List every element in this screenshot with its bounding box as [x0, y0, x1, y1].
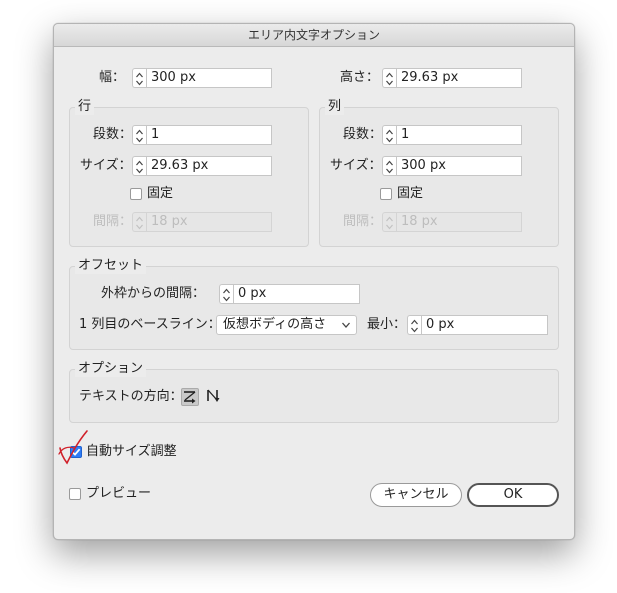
inset-spacing-input[interactable]: 0 px [233, 284, 360, 304]
text-flow-rows-icon [182, 391, 198, 409]
area-type-options-dialog: エリア内文字オプション 幅： 300 px 高さ： 29.63 px 行 段数：… [53, 23, 575, 540]
columns-count-input[interactable]: 1 [396, 125, 522, 145]
cancel-button[interactable]: キャンセル [370, 483, 462, 507]
ok-button[interactable]: OK [467, 483, 559, 507]
rows-gutter-input: 18 px [146, 212, 272, 232]
columns-gutter-stepper [382, 212, 396, 232]
rows-count-stepper[interactable] [132, 125, 146, 145]
columns-count-label: 段数： [343, 127, 383, 142]
columns-group-title: 列 [325, 99, 345, 115]
text-direction-label: テキストの方向： [79, 389, 183, 404]
auto-size-label: 自動サイズ調整 [86, 444, 177, 459]
first-baseline-select[interactable]: 仮想ボディの高さ [216, 315, 357, 335]
text-flow-columns-icon [205, 389, 221, 408]
offset-group-title: オフセット [75, 258, 147, 274]
rows-gutter-stepper [132, 212, 146, 232]
inset-spacing-stepper[interactable] [219, 284, 233, 304]
columns-size-input[interactable]: 300 px [396, 156, 522, 176]
rows-size-input[interactable]: 29.63 px [146, 156, 272, 176]
rows-group-title: 行 [75, 99, 95, 115]
options-group-title: オプション [75, 361, 147, 377]
columns-size-stepper[interactable] [382, 156, 396, 176]
min-stepper[interactable] [407, 315, 421, 335]
rows-gutter-label: 間隔： [93, 214, 133, 229]
columns-gutter-label: 間隔： [343, 214, 383, 229]
first-baseline-value: 仮想ボディの高さ [223, 317, 327, 332]
red-check-mark-icon [58, 430, 88, 465]
inset-spacing-label: 外枠からの間隔： [101, 286, 206, 301]
width-label: 幅： [99, 70, 126, 85]
height-stepper[interactable] [382, 68, 396, 88]
width-input[interactable]: 300 px [146, 68, 272, 88]
text-flow-rows-button[interactable] [181, 388, 199, 406]
rows-count-input[interactable]: 1 [146, 125, 272, 145]
first-baseline-label: 1 列目のベースライン： [79, 317, 221, 332]
columns-fixed-checkbox[interactable] [380, 188, 392, 200]
offset-group [69, 266, 559, 350]
min-label: 最小： [367, 317, 407, 332]
width-stepper[interactable] [132, 68, 146, 88]
columns-size-label: サイズ： [330, 158, 382, 173]
columns-gutter-input: 18 px [396, 212, 522, 232]
preview-label: プレビュー [86, 486, 152, 501]
preview-checkbox[interactable] [69, 488, 81, 500]
rows-size-stepper[interactable] [132, 156, 146, 176]
chevron-down-icon [341, 317, 351, 340]
min-input[interactable]: 0 px [421, 315, 548, 335]
rows-count-label: 段数： [93, 127, 133, 142]
columns-count-stepper[interactable] [382, 125, 396, 145]
rows-fixed-checkbox[interactable] [130, 188, 142, 200]
dialog-title: エリア内文字オプション [54, 24, 574, 47]
height-label: 高さ： [340, 70, 380, 85]
rows-fixed-label: 固定 [147, 186, 174, 201]
height-input[interactable]: 29.63 px [396, 68, 522, 88]
text-flow-columns-button[interactable] [205, 388, 223, 406]
rows-size-label: サイズ： [80, 158, 132, 173]
columns-fixed-label: 固定 [397, 186, 424, 201]
